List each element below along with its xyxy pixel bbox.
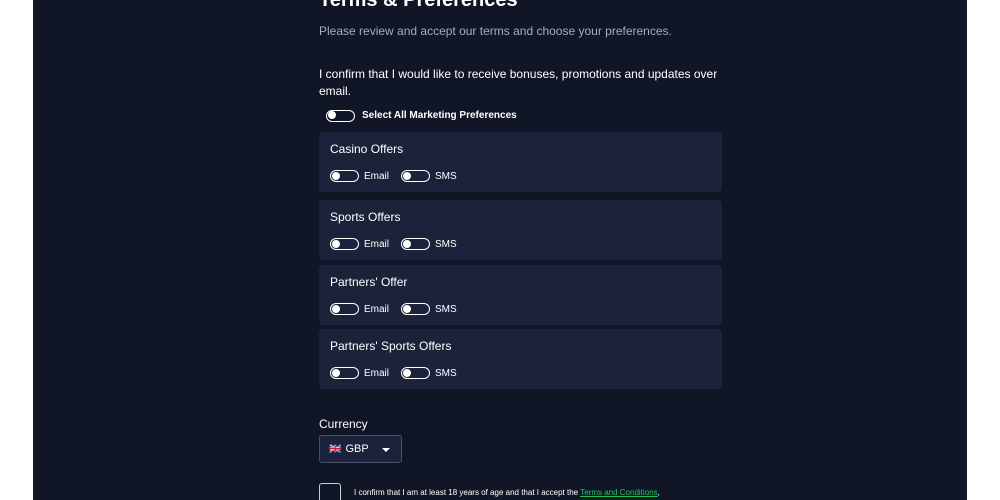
email-label: Email — [364, 170, 390, 182]
preference-group-partners-sports: Partners' Sports Offers Email SMS — [319, 329, 722, 389]
marketing-consent-text: I confirm that I would like to receive b… — [319, 67, 718, 98]
page-subtitle: Please review and accept our terms and c… — [319, 24, 672, 38]
age-confirm-label: I confirm that I am at least 18 years of… — [354, 488, 581, 497]
partners-sports-sms-toggle[interactable] — [401, 367, 430, 379]
toggle-knob — [332, 304, 340, 313]
currency-select[interactable]: 🇬🇧 GBP — [319, 435, 402, 463]
sms-label: SMS — [435, 238, 457, 250]
toggle-knob — [332, 368, 340, 377]
sports-email-toggle[interactable] — [330, 238, 359, 250]
casino-sms-option[interactable]: SMS — [401, 170, 457, 182]
partners-sms-toggle[interactable] — [401, 303, 430, 315]
toggle-knob — [403, 304, 411, 313]
sms-label: SMS — [435, 303, 457, 315]
terms-link[interactable]: Terms and Conditions — [580, 488, 657, 497]
group-title: Sports Offers — [330, 210, 401, 224]
email-label: Email — [364, 238, 390, 250]
sms-label: SMS — [435, 367, 457, 379]
email-label: Email — [364, 367, 390, 379]
preference-group-sports: Sports Offers Email SMS — [319, 200, 722, 260]
partners-sports-sms-option[interactable]: SMS — [401, 367, 457, 379]
toggle-knob — [403, 368, 411, 377]
page-title: Terms & Preferences — [319, 0, 518, 11]
partners-sports-email-option[interactable]: Email — [330, 367, 389, 379]
currency-value: GBP — [345, 443, 369, 455]
partners-sports-email-toggle[interactable] — [330, 367, 359, 379]
age-confirm-checkbox[interactable] — [319, 483, 341, 500]
age-confirm-trail: , — [657, 488, 660, 497]
group-title: Casino Offers — [330, 142, 404, 156]
select-all-preferences[interactable]: Select All Marketing Preferences — [326, 108, 517, 123]
uk-flag-icon: 🇬🇧 — [329, 443, 342, 455]
sports-email-option[interactable]: Email — [330, 238, 389, 250]
preference-group-partners: Partners' Offer Email SMS — [319, 265, 722, 325]
toggle-knob — [403, 239, 411, 248]
sports-sms-toggle[interactable] — [401, 238, 430, 250]
casino-sms-toggle[interactable] — [401, 170, 430, 182]
group-title: Partners' Sports Offers — [330, 339, 452, 353]
age-confirm-text: I confirm that I am at least 18 years of… — [354, 488, 660, 497]
preference-group-casino: Casino Offers Email SMS — [319, 132, 722, 192]
partners-email-toggle[interactable] — [330, 303, 359, 315]
partners-email-option[interactable]: Email — [330, 303, 389, 315]
email-label: Email — [364, 303, 390, 315]
sms-label: SMS — [435, 170, 457, 182]
select-all-toggle[interactable] — [326, 109, 355, 122]
sports-sms-option[interactable]: SMS — [401, 238, 457, 250]
terms-preferences-modal: Terms & Preferences Please review and ac… — [33, 0, 967, 500]
group-title: Partners' Offer — [330, 275, 408, 289]
toggle-knob — [332, 239, 340, 248]
toggle-knob — [332, 171, 340, 180]
toggle-knob — [328, 111, 336, 119]
toggle-knob — [403, 171, 411, 180]
casino-email-option[interactable]: Email — [330, 170, 389, 182]
partners-sms-option[interactable]: SMS — [401, 303, 457, 315]
caret-down-icon — [382, 448, 390, 452]
currency-label: Currency — [319, 417, 368, 431]
select-all-label: Select All Marketing Preferences — [362, 110, 517, 121]
casino-email-toggle[interactable] — [330, 170, 359, 182]
